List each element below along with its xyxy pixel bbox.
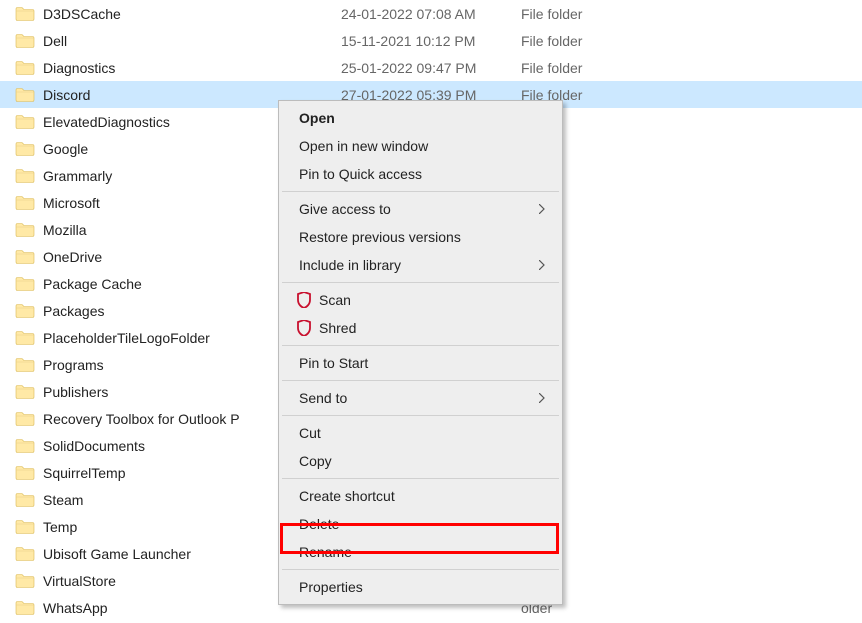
folder-icon: [15, 357, 35, 373]
chevron-right-icon: [538, 258, 546, 272]
menu-restore-previous[interactable]: Restore previous versions: [281, 223, 560, 251]
menu-separator: [282, 478, 559, 479]
menu-label: Give access to: [299, 201, 391, 217]
folder-icon: [15, 384, 35, 400]
menu-delete[interactable]: Delete: [281, 510, 560, 538]
menu-open[interactable]: Open: [281, 104, 560, 132]
menu-label: Rename: [299, 544, 352, 560]
menu-label: Cut: [299, 425, 321, 441]
folder-icon: [15, 222, 35, 238]
folder-icon: [15, 465, 35, 481]
menu-label: Include in library: [299, 257, 401, 273]
menu-separator: [282, 282, 559, 283]
menu-separator: [282, 191, 559, 192]
shield-icon: [295, 319, 313, 337]
menu-label: Copy: [299, 453, 332, 469]
menu-open-new-window[interactable]: Open in new window: [281, 132, 560, 160]
folder-icon: [15, 168, 35, 184]
folder-icon: [15, 573, 35, 589]
folder-icon: [15, 519, 35, 535]
file-name: Diagnostics: [43, 60, 341, 76]
menu-properties[interactable]: Properties: [281, 573, 560, 601]
folder-icon: [15, 114, 35, 130]
menu-separator: [282, 415, 559, 416]
menu-label: Properties: [299, 579, 363, 595]
menu-send-to[interactable]: Send to: [281, 384, 560, 412]
folder-icon: [15, 195, 35, 211]
folder-icon: [15, 6, 35, 22]
file-row[interactable]: Diagnostics25-01-2022 09:47 PMFile folde…: [0, 54, 862, 81]
file-type: File folder: [521, 33, 641, 49]
menu-include-library[interactable]: Include in library: [281, 251, 560, 279]
folder-icon: [15, 87, 35, 103]
menu-copy[interactable]: Copy: [281, 447, 560, 475]
file-name: D3DSCache: [43, 6, 341, 22]
menu-label: Shred: [319, 320, 356, 336]
folder-icon: [15, 33, 35, 49]
folder-icon: [15, 546, 35, 562]
chevron-right-icon: [538, 202, 546, 216]
file-date: 25-01-2022 09:47 PM: [341, 60, 521, 76]
menu-label: Scan: [319, 292, 351, 308]
menu-label: Pin to Start: [299, 355, 368, 371]
folder-icon: [15, 276, 35, 292]
folder-icon: [15, 411, 35, 427]
menu-label: Pin to Quick access: [299, 166, 422, 182]
file-type: File folder: [521, 6, 641, 22]
menu-label: Delete: [299, 516, 339, 532]
menu-label: Open: [299, 110, 335, 126]
file-name: Dell: [43, 33, 341, 49]
file-date: 24-01-2022 07:08 AM: [341, 6, 521, 22]
menu-separator: [282, 569, 559, 570]
chevron-right-icon: [538, 391, 546, 405]
menu-label: Send to: [299, 390, 347, 406]
menu-label: Create shortcut: [299, 488, 395, 504]
folder-icon: [15, 249, 35, 265]
menu-rename[interactable]: Rename: [281, 538, 560, 566]
context-menu: Open Open in new window Pin to Quick acc…: [278, 100, 563, 605]
folder-icon: [15, 303, 35, 319]
folder-icon: [15, 330, 35, 346]
menu-separator: [282, 345, 559, 346]
menu-cut[interactable]: Cut: [281, 419, 560, 447]
menu-pin-start[interactable]: Pin to Start: [281, 349, 560, 377]
menu-give-access-to[interactable]: Give access to: [281, 195, 560, 223]
file-row[interactable]: D3DSCache24-01-2022 07:08 AMFile folder: [0, 0, 862, 27]
file-type: File folder: [521, 60, 641, 76]
file-date: 15-11-2021 10:12 PM: [341, 33, 521, 49]
menu-label: Open in new window: [299, 138, 428, 154]
menu-shred[interactable]: Shred: [281, 314, 560, 342]
menu-scan[interactable]: Scan: [281, 286, 560, 314]
folder-icon: [15, 492, 35, 508]
file-row[interactable]: Dell15-11-2021 10:12 PMFile folder: [0, 27, 862, 54]
menu-label: Restore previous versions: [299, 229, 461, 245]
folder-icon: [15, 600, 35, 616]
folder-icon: [15, 60, 35, 76]
folder-icon: [15, 438, 35, 454]
menu-separator: [282, 380, 559, 381]
menu-create-shortcut[interactable]: Create shortcut: [281, 482, 560, 510]
menu-pin-quick-access[interactable]: Pin to Quick access: [281, 160, 560, 188]
shield-icon: [295, 291, 313, 309]
folder-icon: [15, 141, 35, 157]
